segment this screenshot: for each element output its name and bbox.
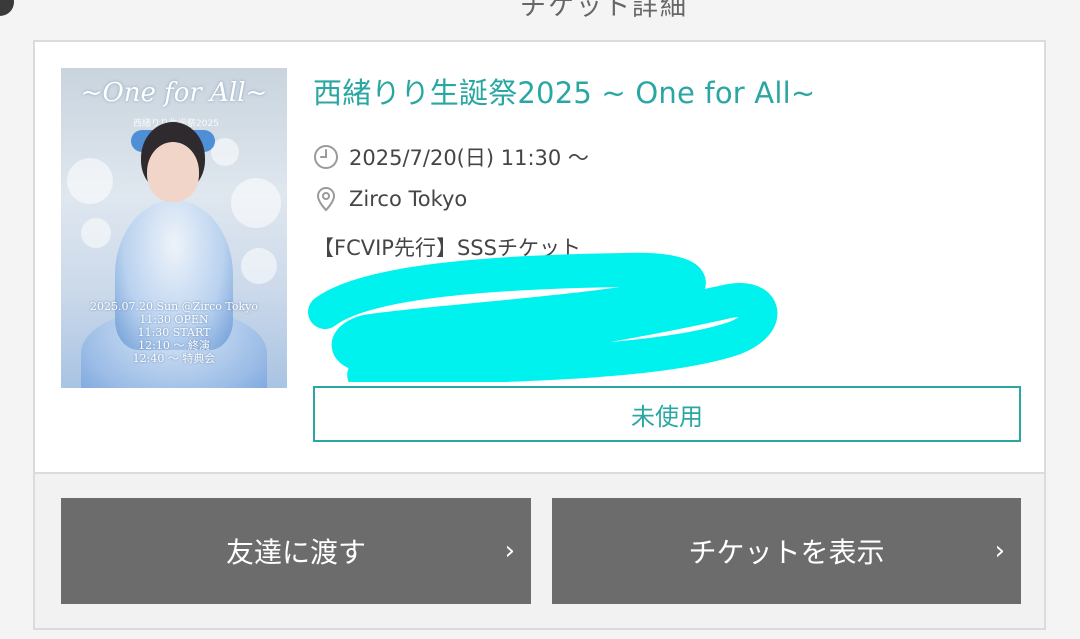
poster-info-line: 11:30 START [137,326,211,339]
top-edge: チケット詳細 [0,0,1080,40]
poster-figure-head [147,142,199,202]
poster-info: 2025.07.20.Sun @Zirco Tokyo 11:30 OPEN 1… [61,300,287,365]
chevron-right-icon: › [994,536,1005,566]
corner-dot [0,0,14,16]
ticket-card: ~One for All~ 西緒りり生誕祭2025 2025.07.20.Sun… [33,40,1046,630]
event-date-row: 2025/7/20(日) 11:30 ～ [313,142,589,172]
show-ticket-button[interactable]: チケットを表示 › [552,498,1021,604]
event-venue[interactable]: Zirco Tokyo [349,187,467,211]
page-header-title: チケット詳細 [520,0,689,22]
transfer-button-label: 友達に渡す [225,536,366,569]
transfer-to-friend-button[interactable]: 友達に渡す › [61,498,531,604]
chevron-right-icon: › [504,536,515,566]
map-pin-icon [313,186,339,212]
redaction-scribble [308,252,778,382]
ticket-status-badge: 未使用 [313,386,1021,442]
event-date: 2025/7/20(日) 11:30 ～ [349,146,589,170]
show-ticket-button-label: チケットを表示 [688,536,885,569]
clock-icon [313,144,339,170]
poster-info-line: 11:30 OPEN [139,313,209,326]
poster-title: ~One for All~ [80,78,268,108]
ticket-info-section: ~One for All~ 西緒りり生誕祭2025 2025.07.20.Sun… [35,42,1044,474]
poster-info-line: 12:10 〜 終演 [138,339,210,352]
event-poster-image: ~One for All~ 西緒りり生誕祭2025 2025.07.20.Sun… [61,68,287,388]
poster-info-line: 12:40 〜 特典会 [132,352,216,365]
event-venue-row: Zirco Tokyo [313,186,467,212]
poster-info-line: 2025.07.20.Sun @Zirco Tokyo [90,300,258,313]
event-title[interactable]: 西緒りり生誕祭2025 ~ One for All~ [313,70,815,112]
poster-subtitle: 西緒りり生誕祭2025 [133,119,219,129]
